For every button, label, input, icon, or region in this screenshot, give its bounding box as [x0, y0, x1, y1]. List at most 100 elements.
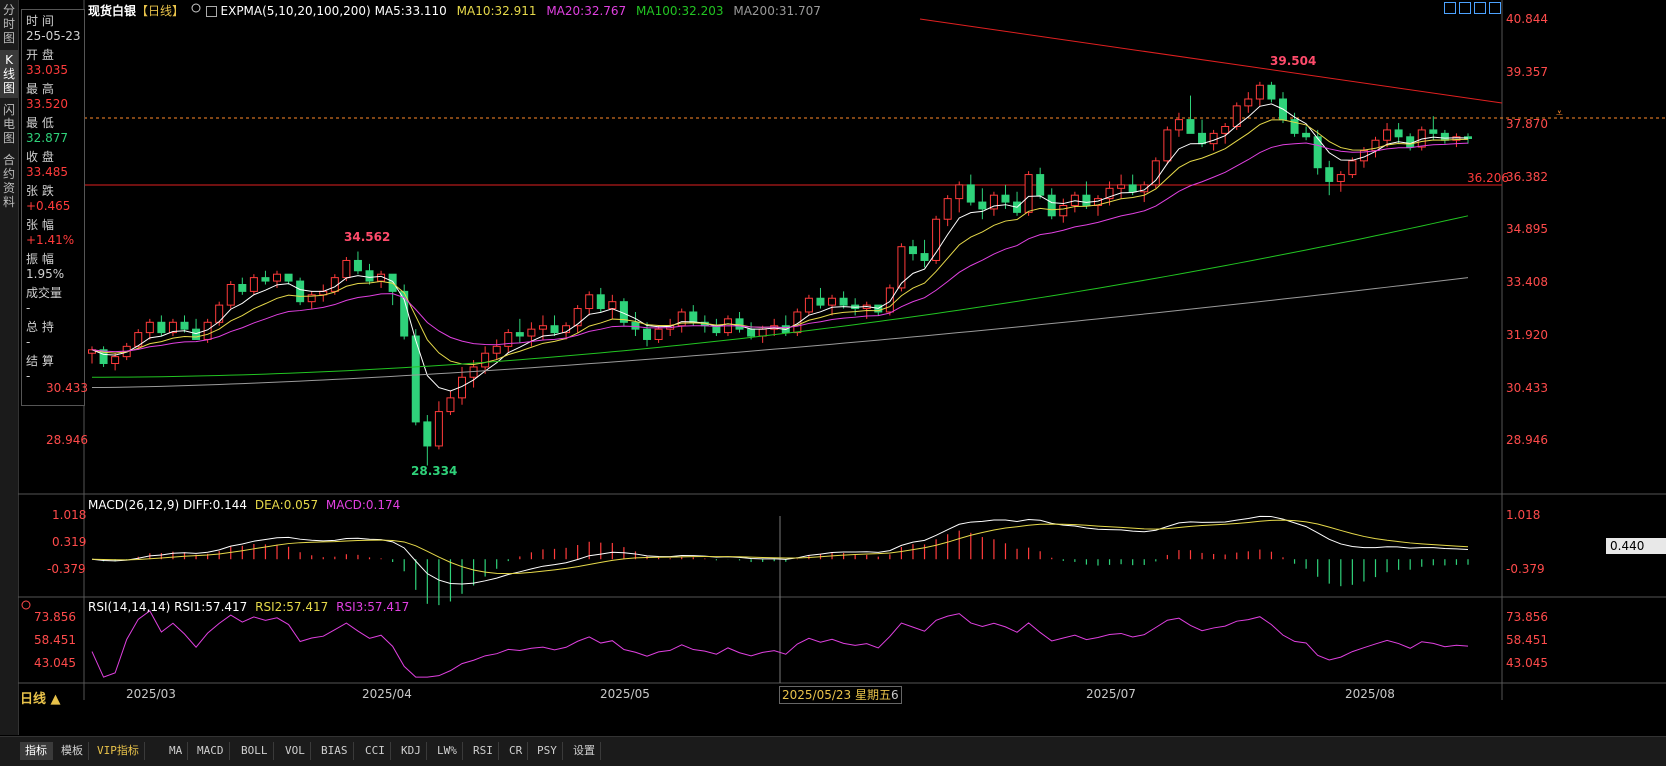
trend-line — [919, 18, 1503, 104]
candle-body — [1348, 160, 1357, 176]
macd-legend: MACD(26,12,9) DIFF:0.144 DEA:0.057 MACD:… — [88, 498, 400, 512]
bottom-tab[interactable]: 设置 — [568, 742, 601, 760]
candle-body — [1440, 132, 1449, 141]
crosshair-icon[interactable] — [1444, 2, 1456, 14]
candle-body — [353, 259, 362, 272]
bottom-tab[interactable]: LW% — [432, 742, 463, 760]
cursor-date-tail: 6 — [890, 688, 899, 702]
chart-canvas[interactable] — [0, 0, 1666, 736]
close-icon[interactable] — [1489, 2, 1501, 14]
candle-body — [978, 201, 987, 210]
candle-body — [1059, 204, 1068, 217]
cursor-date-label: 2025/05/23 星期五6 — [779, 686, 902, 704]
rsi3-value: RSI3:57.417 — [336, 600, 410, 614]
ma200-value: MA200:31.707 — [733, 4, 821, 18]
bottom-tab[interactable]: CCI — [360, 742, 391, 760]
ema10-line — [91, 119, 1469, 366]
candle-body — [943, 198, 952, 220]
candle-body — [828, 297, 837, 306]
change-pct-value: +1.41% — [26, 233, 75, 247]
candle-body — [157, 321, 166, 334]
bottom-tab[interactable]: BOLL — [236, 742, 274, 760]
bottom-tab[interactable]: KDJ — [396, 742, 427, 760]
ema20-line — [91, 142, 1469, 353]
change-value: +0.465 — [26, 199, 71, 213]
bottom-tab[interactable]: VIP指标 — [92, 742, 145, 760]
settlement-value: - — [26, 369, 31, 383]
bottom-tab[interactable]: MACD — [192, 742, 230, 760]
price-tick: 30.433 — [1506, 381, 1548, 395]
bottom-tab[interactable]: 模板 — [56, 742, 89, 760]
high-value: 33.520 — [26, 97, 68, 111]
period-toggle-button[interactable]: 日线 ▲ — [20, 688, 61, 707]
candle-body — [1209, 132, 1218, 145]
macd-tick: -0.379 — [1506, 562, 1545, 576]
candle-body — [342, 259, 351, 279]
bottom-tab[interactable]: BIAS — [316, 742, 354, 760]
candle-body — [434, 411, 443, 447]
rsi-settings-icon — [21, 600, 31, 610]
window-controls — [1444, 0, 1504, 16]
candle-body — [1383, 129, 1392, 141]
cursor-date-text: 2025/05/23 星期五 — [782, 688, 891, 702]
low-label: 最 低 — [26, 116, 54, 130]
candle-body — [1082, 194, 1091, 206]
ma5-value: MA5:33.110 — [374, 4, 447, 18]
candle-body — [284, 273, 293, 282]
candle-body — [1255, 84, 1264, 100]
x-tick: 2025/04 — [362, 687, 412, 701]
high-annotation: 39.504 — [1270, 54, 1317, 68]
price-tick: 28.946 — [1506, 433, 1548, 447]
close-value: 33.485 — [26, 165, 68, 179]
low-value: 32.877 — [26, 131, 68, 145]
macd-tick-left: 0.319 — [52, 535, 87, 549]
price-marker-icon[interactable]: ⩡ — [1556, 106, 1563, 121]
candle-body — [758, 328, 767, 337]
bottom-tab[interactable]: CR — [504, 742, 529, 760]
candle-body — [423, 421, 432, 447]
support-annotation: 36.206 — [1467, 171, 1509, 185]
ma10-value: MA10:32.911 — [456, 4, 537, 18]
main-legend: 现货白银【日线】 EXPMA(5,10,20,100,200) MA5:33.1… — [88, 2, 821, 19]
candle-body — [481, 352, 490, 368]
bottom-tab[interactable]: VOL — [280, 742, 311, 760]
candle-body — [654, 328, 663, 340]
maximize-icon[interactable] — [1474, 2, 1486, 14]
bottom-tab[interactable]: 指标 — [20, 742, 53, 760]
price-tick-left: 28.946 — [46, 433, 88, 447]
candle-body — [538, 325, 547, 330]
settlement-label: 结 算 — [26, 354, 54, 368]
ma20-value: MA20:32.767 — [546, 4, 627, 18]
candle-body — [955, 184, 964, 200]
candle-body — [1024, 174, 1033, 213]
low-annotation: 28.334 — [411, 464, 458, 478]
indicator-icon[interactable] — [205, 6, 217, 17]
quote-info-panel: 时 间 25-05-23 开 盘 33.035 最 高 33.520 最 低 3… — [21, 9, 85, 406]
rsi-tick-left: 58.451 — [34, 633, 76, 647]
rsi-tick-left: 43.045 — [34, 656, 76, 670]
candle-body — [249, 277, 258, 292]
restore-icon[interactable] — [1459, 2, 1471, 14]
candle-body — [1267, 84, 1276, 100]
candle-body — [515, 332, 524, 337]
x-tick: 2025/07 — [1086, 687, 1136, 701]
bottom-tab[interactable]: RSI — [468, 742, 499, 760]
open-label: 开 盘 — [26, 48, 54, 62]
candle-body — [643, 328, 652, 340]
macd-tick-left: 1.018 — [52, 508, 87, 522]
rsi-tick-left: 73.856 — [34, 610, 76, 624]
candle-body — [1036, 174, 1045, 196]
candle-body — [1394, 129, 1403, 138]
candle-body — [1117, 184, 1126, 189]
high2-annotation: 34.562 — [344, 230, 391, 244]
time-value: 25-05-23 — [26, 29, 81, 43]
price-tick: 37.870 — [1506, 117, 1548, 131]
macd-tick: 1.018 — [1506, 508, 1541, 522]
candle-body — [596, 294, 605, 310]
bottom-tab[interactable]: MA — [164, 742, 189, 760]
candle-body — [145, 321, 154, 334]
candle-body — [296, 280, 305, 303]
candle-body — [631, 321, 640, 330]
bottom-tab[interactable]: PSY — [532, 742, 563, 760]
change-label: 张 跌 — [26, 184, 54, 198]
